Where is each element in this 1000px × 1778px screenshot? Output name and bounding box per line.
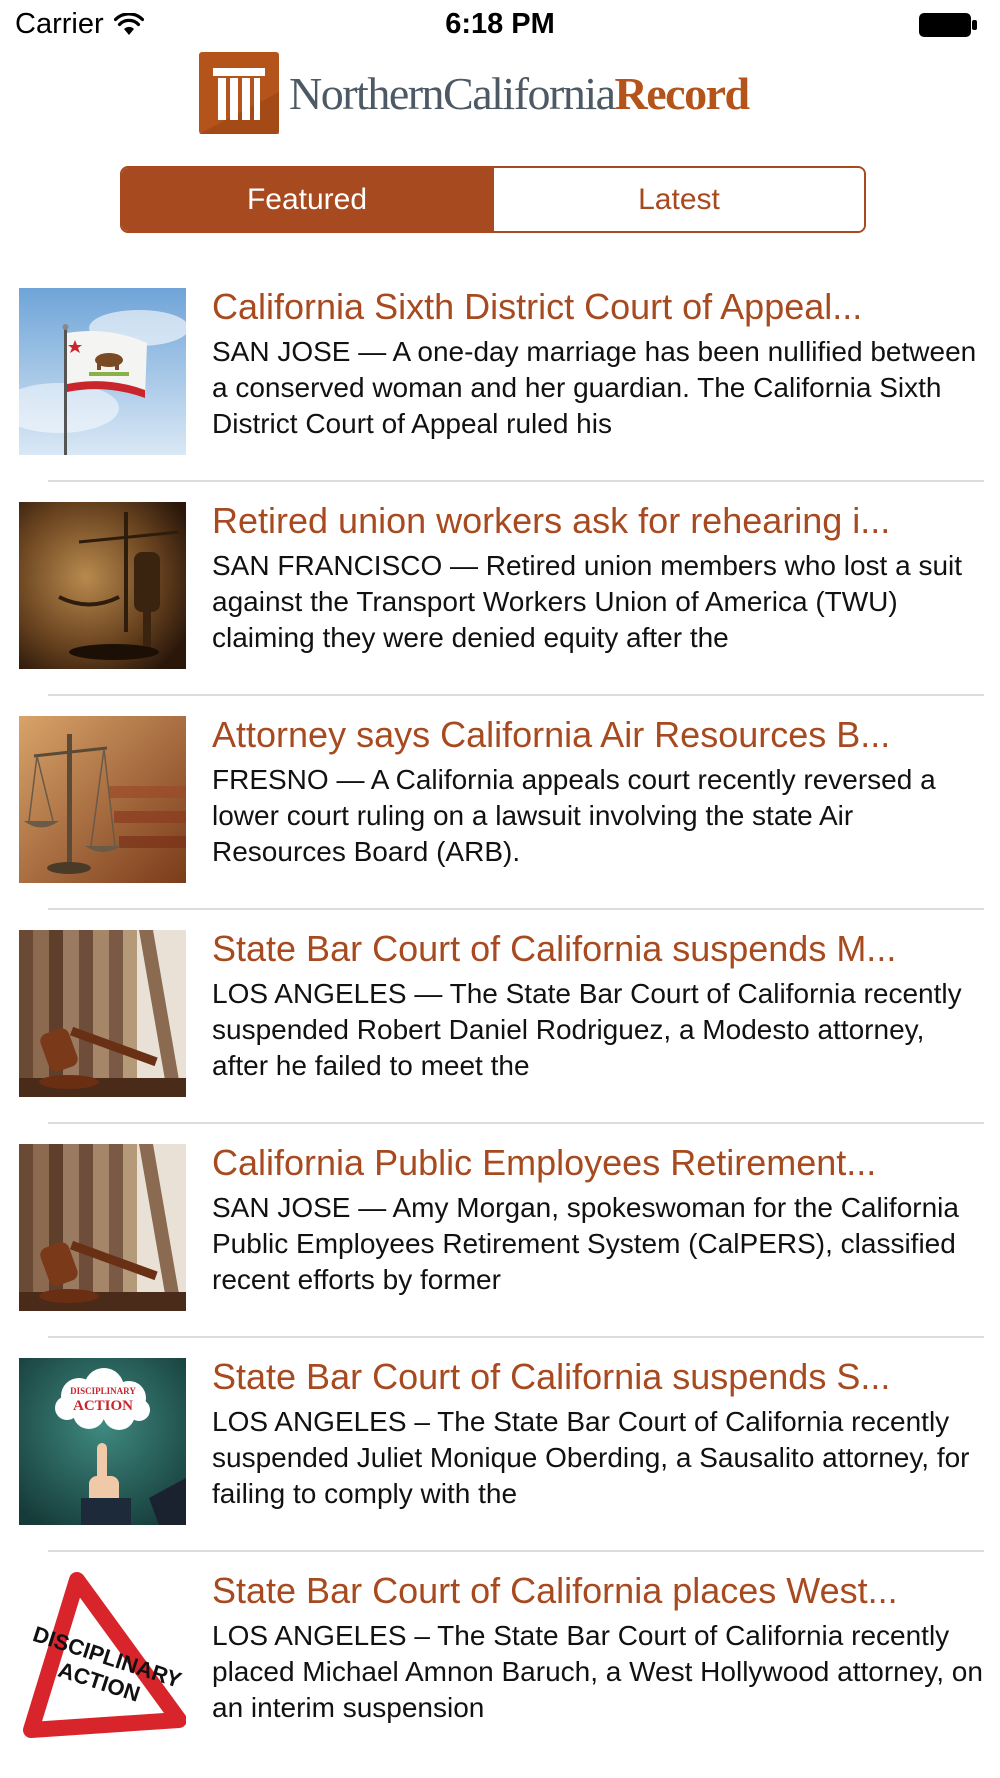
thumbnail-text-top: DISCIPLINARY: [70, 1386, 136, 1396]
feed-segmented-control: Featured Latest: [120, 166, 866, 233]
logo-text-regular: NorthernCalifornia: [289, 67, 616, 119]
article-content: State Bar Court of California places Wes…: [212, 1568, 984, 1726]
scales-of-justice-image: [19, 716, 186, 883]
article-item[interactable]: California Public Employees Retirement..…: [0, 1124, 1000, 1338]
article-summary: SAN JOSE — A one-day marriage has been n…: [212, 336, 977, 439]
thumbnail-text-bottom: ACTION: [73, 1398, 133, 1414]
article-thumbnail[interactable]: [19, 716, 186, 883]
app-logo: NorthernCaliforniaRecord: [199, 52, 751, 134]
article-item[interactable]: California Sixth District Court of Appea…: [0, 268, 1000, 482]
logo-text-bold: Record: [614, 67, 751, 119]
status-time: 6:18 PM: [445, 8, 555, 40]
article-content: California Public Employees Retirement..…: [212, 1140, 984, 1298]
disciplinary-action-cloud-image: DISCIPLINARY ACTION: [19, 1358, 186, 1525]
scales-and-gavel-image: [19, 502, 186, 669]
article-content: State Bar Court of California suspends M…: [212, 926, 984, 1084]
tab-latest[interactable]: Latest: [492, 168, 864, 231]
article-item[interactable]: DISCIPLINARY ACTION State Bar Court of C…: [0, 1552, 1000, 1766]
article-title[interactable]: Attorney says California Air Resources B…: [212, 712, 984, 758]
article-summary: SAN JOSE — Amy Morgan, spokeswoman for t…: [212, 1192, 959, 1295]
article-summary: LOS ANGELES – The State Bar Court of Cal…: [212, 1406, 970, 1509]
battery-icon: [919, 13, 977, 37]
article-thumbnail[interactable]: DISCIPLINARY ACTION: [19, 1572, 186, 1739]
tab-featured[interactable]: Featured: [122, 168, 492, 231]
article-thumbnail[interactable]: [19, 502, 186, 669]
article-thumbnail[interactable]: DISCIPLINARY ACTION: [19, 1358, 186, 1525]
article-summary: LOS ANGELES – The State Bar Court of Cal…: [212, 1620, 983, 1723]
article-content: Retired union workers ask for rehearing …: [212, 498, 984, 656]
article-list: California Sixth District Court of Appea…: [0, 268, 1000, 1766]
disciplinary-action-sign-image: DISCIPLINARY ACTION: [19, 1572, 186, 1739]
pillar-logo-icon: [199, 52, 279, 134]
article-title[interactable]: State Bar Court of California places Wes…: [212, 1568, 984, 1614]
article-title[interactable]: California Sixth District Court of Appea…: [212, 284, 984, 330]
article-thumbnail[interactable]: [19, 930, 186, 1097]
status-bar: Carrier 6:18 PM: [0, 0, 1000, 50]
article-title[interactable]: State Bar Court of California suspends M…: [212, 926, 984, 972]
article-content: State Bar Court of California suspends S…: [212, 1354, 984, 1512]
article-thumbnail[interactable]: [19, 1144, 186, 1311]
article-item[interactable]: DISCIPLINARY ACTION State Bar Court of C…: [0, 1338, 1000, 1552]
article-item[interactable]: Attorney says California Air Resources B…: [0, 696, 1000, 910]
logo-wordmark: NorthernCaliforniaRecord: [289, 67, 751, 120]
article-item[interactable]: Retired union workers ask for rehearing …: [0, 482, 1000, 696]
gavel-and-books-image: [19, 930, 186, 1097]
article-thumbnail[interactable]: [19, 288, 186, 455]
gavel-and-books-image: [19, 1144, 186, 1311]
article-item[interactable]: State Bar Court of California suspends M…: [0, 910, 1000, 1124]
article-title[interactable]: State Bar Court of California suspends S…: [212, 1354, 984, 1400]
california-flag-image: [19, 288, 186, 455]
article-summary: SAN FRANCISCO — Retired union members wh…: [212, 550, 963, 653]
app-header: NorthernCaliforniaRecord: [0, 50, 1000, 140]
article-content: Attorney says California Air Resources B…: [212, 712, 984, 870]
article-title[interactable]: Retired union workers ask for rehearing …: [212, 498, 984, 544]
article-title[interactable]: California Public Employees Retirement..…: [212, 1140, 984, 1186]
article-summary: LOS ANGELES — The State Bar Court of Cal…: [212, 978, 962, 1081]
article-summary: FRESNO — A California appeals court rece…: [212, 764, 936, 867]
article-content: California Sixth District Court of Appea…: [212, 284, 984, 442]
